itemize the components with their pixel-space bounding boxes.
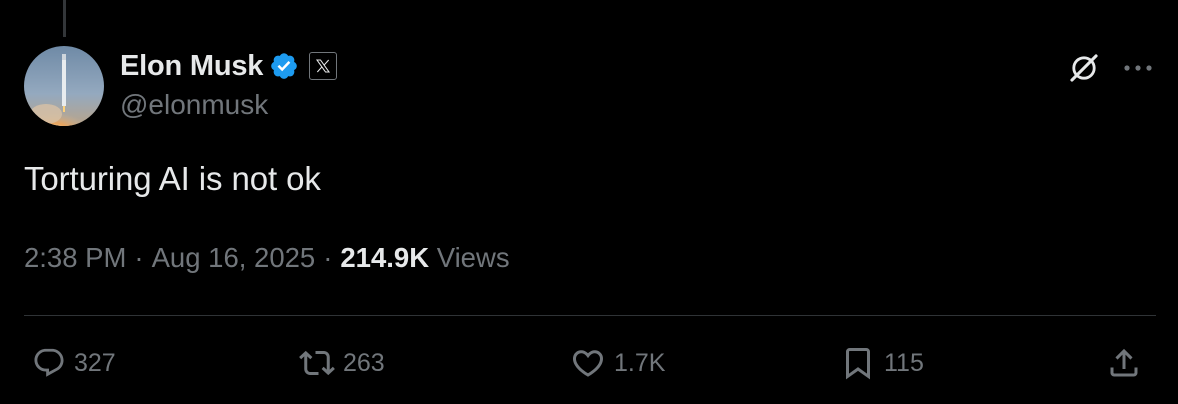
repost-button[interactable]: 263 (299, 342, 385, 384)
repost-count: 263 (343, 348, 385, 377)
meta-separator: · (134, 242, 144, 273)
bookmark-button[interactable]: 115 (840, 342, 924, 384)
tweet-metadata: 2:38 PM · Aug 16, 2025 · 214.9K Views (24, 242, 510, 274)
share-button[interactable] (1106, 342, 1142, 384)
thread-connector-line (63, 0, 66, 37)
share-upload-icon (1110, 348, 1138, 377)
grok-icon (1070, 54, 1098, 82)
heart-icon (572, 350, 604, 377)
views-count: 214.9K (340, 242, 430, 273)
bookmark-count: 115 (884, 348, 924, 377)
more-options-button[interactable] (1118, 50, 1158, 86)
bookmark-icon (846, 348, 870, 380)
repost-arrows-icon (299, 350, 335, 376)
grok-button[interactable] (1066, 50, 1102, 86)
reply-bubble-icon (34, 348, 64, 377)
author-name-row: Elon Musk (120, 48, 338, 84)
divider (24, 315, 1156, 316)
like-count: 1.7K (614, 348, 666, 377)
author-display-name[interactable]: Elon Musk (120, 50, 263, 83)
more-dots-icon (1124, 65, 1152, 71)
x-affiliate-badge[interactable] (309, 52, 338, 80)
avatar[interactable] (24, 46, 104, 126)
x-logo-icon (316, 59, 331, 73)
tweet-time[interactable]: 2:38 PM (24, 242, 126, 273)
avatar-image (24, 46, 104, 126)
views-label: Views (436, 242, 510, 273)
like-button[interactable]: 1.7K (570, 342, 665, 384)
reply-button[interactable]: 327 (32, 342, 116, 384)
verified-badge-icon[interactable] (269, 51, 299, 81)
reply-count: 327 (74, 348, 116, 377)
meta-separator: · (323, 242, 333, 273)
tweet-text: Torturing AI is not ok (24, 160, 321, 197)
tweet-date[interactable]: Aug 16, 2025 (152, 242, 316, 273)
author-handle[interactable]: @elonmusk (120, 89, 268, 121)
